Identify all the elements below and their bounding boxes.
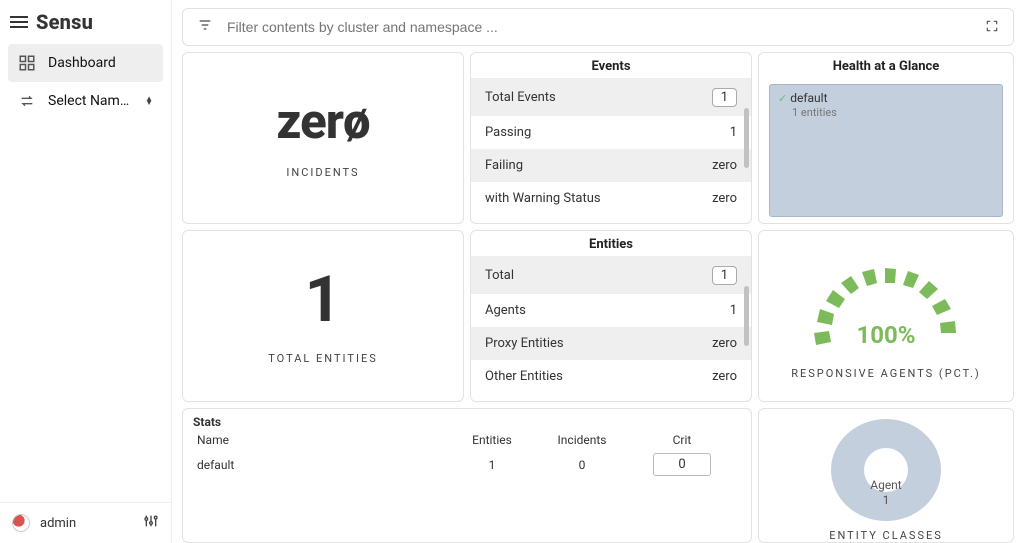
chevron-updown-icon: ▲▼: [145, 97, 153, 105]
col-name: Name: [197, 433, 447, 447]
entity-classes-card: Agent1 ENTITY CLASSES: [758, 408, 1014, 543]
stats-row[interactable]: default 1 0 0: [197, 449, 737, 480]
fullscreen-icon[interactable]: [985, 18, 999, 37]
total-entities-value: 1: [305, 268, 342, 332]
table-row[interactable]: Total Events 1: [471, 79, 751, 116]
row-value: zero: [712, 191, 737, 206]
row-label: Agents: [485, 303, 526, 318]
settings-icon[interactable]: [143, 513, 159, 533]
gauge-percent: 100%: [806, 321, 966, 349]
scrollbar[interactable]: [744, 108, 749, 168]
table-row[interactable]: Other Entities zero: [471, 360, 751, 393]
table-row[interactable]: Total 1: [471, 257, 751, 294]
stats-title: Stats: [183, 409, 751, 431]
donut-caption: ENTITY CLASSES: [829, 529, 943, 542]
check-icon: ✓: [778, 92, 787, 105]
table-row[interactable]: Proxy Entities zero: [471, 327, 751, 360]
row-label: Failing: [485, 158, 523, 173]
dashboard-icon: [18, 54, 36, 72]
col-entities: Entities: [447, 433, 537, 447]
row-value: zero: [712, 369, 737, 384]
col-crit: Crit: [627, 433, 737, 447]
stats-name: default: [197, 458, 447, 472]
row-value: 1: [712, 88, 737, 107]
row-value: 1: [712, 266, 737, 285]
sidebar: Sensu Dashboard Select Name… ▲▼ admin: [0, 0, 172, 543]
row-value: zero: [712, 158, 737, 173]
incidents-value: zerø: [276, 97, 369, 146]
row-label: Total: [485, 268, 514, 283]
entities-card: Entities Total 1 Agents 1 Proxy Entities zero…: [470, 230, 752, 402]
stats-entities: 1: [447, 458, 537, 472]
filter-icon[interactable]: [197, 17, 213, 37]
row-value: 1: [730, 303, 737, 318]
main-content: zerø INCIDENTS Events Total Events1Passi…: [172, 0, 1024, 543]
sidebar-item-dashboard[interactable]: Dashboard: [8, 44, 163, 82]
row-label: with Warning Status: [485, 191, 601, 206]
swap-icon: [18, 92, 36, 110]
gauge-card: 100% RESPONSIVE AGENTS (PCT.): [758, 230, 1014, 402]
sidebar-item-label: Dashboard: [48, 55, 153, 71]
user-footer[interactable]: admin: [0, 502, 171, 543]
menu-toggle-icon[interactable]: [10, 16, 28, 28]
filter-input[interactable]: [227, 19, 971, 35]
row-value: 1: [730, 125, 737, 140]
col-incidents: Incidents: [537, 433, 627, 447]
health-title: Health at a Glance: [759, 53, 1013, 78]
donut-label: Agent1: [870, 478, 901, 507]
health-item-name: default: [790, 91, 827, 105]
filter-bar: [182, 8, 1014, 46]
table-row[interactable]: Passing 1: [471, 116, 751, 149]
events-card: Events Total Events1Passing1Failingzerow…: [470, 52, 752, 224]
table-row[interactable]: with Warning Status zero: [471, 182, 751, 215]
incidents-label: INCIDENTS: [286, 166, 359, 179]
user-name: admin: [40, 516, 133, 531]
sidebar-item-namespace[interactable]: Select Name… ▲▼: [8, 82, 163, 120]
events-title: Events: [471, 53, 751, 78]
incidents-card: zerø INCIDENTS: [182, 52, 464, 224]
total-entities-label: TOTAL ENTITIES: [268, 352, 378, 365]
entities-title: Entities: [471, 231, 751, 256]
stats-incidents: 0: [537, 458, 627, 472]
donut-chart: Agent1: [831, 419, 941, 521]
health-item-sub: 1 entities: [792, 106, 837, 119]
brand-logo: Sensu: [36, 10, 93, 34]
row-label: Other Entities: [485, 369, 563, 384]
gauge-label: RESPONSIVE AGENTS (PCT.): [791, 367, 981, 380]
health-card: Health at a Glance ✓ default 1 entities: [758, 52, 1014, 224]
scrollbar[interactable]: [744, 286, 749, 346]
row-label: Passing: [485, 125, 531, 140]
row-label: Proxy Entities: [485, 336, 564, 351]
stats-header: Name Entities Incidents Crit: [197, 431, 737, 449]
row-label: Total Events: [485, 90, 556, 105]
sidebar-item-label: Select Name…: [48, 93, 133, 109]
table-row[interactable]: Failing zero: [471, 149, 751, 182]
row-value: zero: [712, 336, 737, 351]
total-entities-card: 1 TOTAL ENTITIES: [182, 230, 464, 402]
table-row[interactable]: Agents 1: [471, 294, 751, 327]
stats-crit: 0: [653, 453, 710, 476]
stats-card: Stats Name Entities Incidents Crit defau…: [182, 408, 752, 543]
health-item[interactable]: ✓ default 1 entities: [769, 84, 1003, 217]
avatar: [12, 514, 30, 532]
